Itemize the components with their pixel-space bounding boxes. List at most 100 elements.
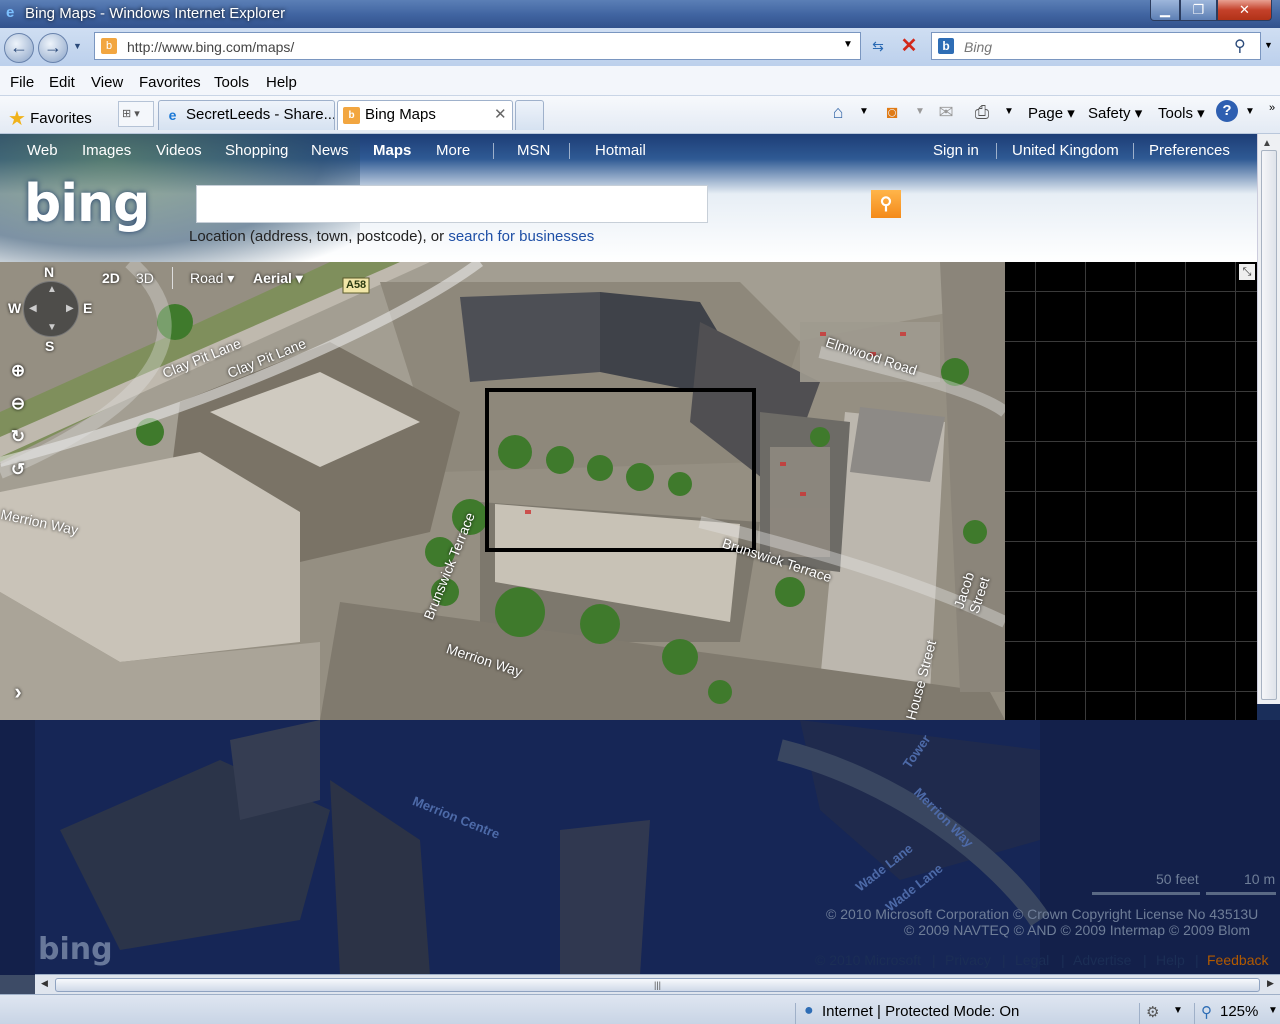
tab-command-row: ★ Favorites ⊞ ▾ e SecretLeeds - Share...… bbox=[0, 96, 1280, 134]
mode-2d-button[interactable]: 2D bbox=[102, 270, 120, 286]
quick-tabs-button[interactable]: ⊞ ▾ bbox=[118, 101, 154, 127]
tools-menu[interactable]: Tools ▾ bbox=[1158, 104, 1205, 122]
nav-separator bbox=[1133, 143, 1134, 159]
bing-logo[interactable]: bing bbox=[24, 174, 150, 234]
favorites-button[interactable]: ★ Favorites bbox=[8, 104, 92, 130]
nav-country[interactable]: United Kingdom bbox=[1012, 142, 1119, 159]
menu-view[interactable]: View bbox=[91, 74, 123, 91]
nav-preferences[interactable]: Preferences bbox=[1149, 142, 1230, 159]
zoom-out-icon[interactable]: ⊖ bbox=[8, 394, 28, 414]
map-search-input[interactable]: ⚲ bbox=[196, 185, 901, 223]
home-dropdown-icon[interactable]: ▼ bbox=[852, 100, 876, 124]
footer-advertise-link[interactable]: Advertise bbox=[1073, 952, 1131, 968]
status-dropdown-icon[interactable]: ▼ bbox=[1173, 1005, 1183, 1016]
menu-file[interactable]: File bbox=[10, 74, 34, 91]
menu-tools[interactable]: Tools bbox=[214, 74, 249, 91]
search-box[interactable]: b Bing ⚲ bbox=[931, 32, 1261, 60]
scrollbar-thumb[interactable] bbox=[1261, 150, 1277, 700]
address-bar[interactable]: b http://www.bing.com/maps/ ▼ bbox=[94, 32, 861, 60]
stop-icon[interactable]: ✕ bbox=[895, 32, 923, 60]
chevron-more-icon[interactable]: » bbox=[1260, 96, 1280, 120]
search-businesses-link[interactable]: search for businesses bbox=[448, 228, 594, 245]
scroll-left-icon[interactable]: ◀ bbox=[41, 978, 48, 989]
compass-east-label: E bbox=[83, 300, 93, 316]
road-view-dropdown[interactable]: Road ▾ bbox=[190, 270, 234, 287]
refresh-icon[interactable]: ⇆ bbox=[864, 32, 892, 60]
feeds-dropdown-icon[interactable]: ▼ bbox=[908, 100, 932, 124]
tab-secretleeds[interactable]: e SecretLeeds - Share... bbox=[158, 100, 335, 130]
footer-help-link[interactable]: Help bbox=[1156, 952, 1185, 968]
status-separator bbox=[1194, 1003, 1195, 1024]
bing-favicon-icon: b bbox=[343, 107, 360, 124]
collapse-corner-icon[interactable]: ⤡ bbox=[1239, 264, 1255, 280]
home-icon[interactable]: ⌂ bbox=[826, 100, 850, 124]
address-dropdown-icon[interactable]: ▼ bbox=[843, 39, 853, 50]
minimize-button[interactable]: ▁ bbox=[1150, 0, 1180, 21]
rotate-counterclockwise-icon[interactable]: ↺ bbox=[8, 460, 28, 480]
horizontal-scrollbar[interactable]: ◀ ||| ▶ bbox=[35, 974, 1280, 994]
bing-header: Web Images Videos Shopping News Maps Mor… bbox=[0, 134, 1257, 262]
help-dropdown-icon[interactable]: ▼ bbox=[1238, 100, 1262, 124]
nav-msn[interactable]: MSN bbox=[517, 142, 550, 159]
zoom-in-icon[interactable]: ⊕ bbox=[8, 361, 28, 381]
history-dropdown-icon[interactable]: ▼ bbox=[73, 41, 82, 51]
address-url[interactable]: http://www.bing.com/maps/ bbox=[127, 39, 294, 55]
safety-menu[interactable]: Safety ▾ bbox=[1088, 104, 1142, 122]
close-tab-icon[interactable]: ✕ bbox=[494, 101, 507, 129]
zoom-dropdown-icon[interactable]: ▼ bbox=[1268, 1005, 1278, 1016]
page-vertical-scrollbar[interactable]: ▲ bbox=[1257, 134, 1280, 704]
nav-images[interactable]: Images bbox=[82, 142, 131, 159]
mail-icon[interactable]: ✉ bbox=[934, 100, 958, 124]
scroll-up-icon[interactable]: ▲ bbox=[1262, 138, 1272, 149]
pan-up-icon[interactable]: ▲ bbox=[47, 284, 57, 295]
nav-shopping[interactable]: Shopping bbox=[225, 142, 288, 159]
zoom-level[interactable]: 125% bbox=[1220, 1003, 1258, 1020]
search-icon[interactable]: ⚲ bbox=[1234, 36, 1246, 56]
tab-bing-maps[interactable]: b Bing Maps ✕ bbox=[337, 100, 513, 130]
pan-down-icon[interactable]: ▼ bbox=[47, 322, 57, 333]
search-placeholder: Bing bbox=[964, 39, 993, 55]
status-zone[interactable]: Internet | Protected Mode: On bbox=[822, 1003, 1019, 1020]
horizontal-scrollbar-thumb[interactable]: ||| bbox=[55, 978, 1260, 992]
nav-more[interactable]: More bbox=[436, 142, 470, 159]
expand-panel-icon[interactable]: › bbox=[8, 681, 28, 703]
scroll-right-icon[interactable]: ▶ bbox=[1267, 978, 1274, 989]
map-view[interactable]: A58 Clay Pit Lane Clay Pit Lane Elmwood … bbox=[0, 262, 1005, 720]
help-icon[interactable]: ? bbox=[1216, 100, 1238, 122]
close-button[interactable]: ✕ bbox=[1217, 0, 1272, 21]
tab-label: Bing Maps bbox=[365, 106, 436, 123]
pan-left-icon[interactable]: ◀ bbox=[29, 303, 37, 314]
print-dropdown-icon[interactable]: ▼ bbox=[997, 100, 1021, 124]
nav-hotmail[interactable]: Hotmail bbox=[595, 142, 646, 159]
nav-news[interactable]: News bbox=[311, 142, 349, 159]
nav-web[interactable]: Web bbox=[27, 142, 58, 159]
forward-button[interactable]: → bbox=[38, 33, 68, 63]
print-icon[interactable]: ⎙ bbox=[970, 100, 994, 124]
feeds-icon[interactable]: ◙ bbox=[880, 100, 904, 124]
map-search-button[interactable]: ⚲ bbox=[871, 190, 901, 218]
aerial-view-dropdown[interactable]: Aerial ▾ bbox=[253, 270, 303, 287]
compass-control[interactable]: ▲ ◀ ▶ ▼ bbox=[23, 281, 79, 337]
protected-mode-icon[interactable]: ⚙ bbox=[1146, 1003, 1159, 1021]
nav-sign-in[interactable]: Sign in bbox=[933, 142, 979, 159]
zoom-icon[interactable]: ⚲ bbox=[1201, 1003, 1212, 1021]
rotate-clockwise-icon[interactable]: ↻ bbox=[8, 427, 28, 447]
maximize-button[interactable]: ❐ bbox=[1180, 0, 1217, 21]
search-hint: Location (address, town, postcode), or s… bbox=[189, 228, 594, 245]
search-icon: ⚲ bbox=[879, 194, 893, 213]
pan-right-icon[interactable]: ▶ bbox=[66, 303, 74, 314]
menu-edit[interactable]: Edit bbox=[49, 74, 75, 91]
menu-help[interactable]: Help bbox=[266, 74, 297, 91]
nav-maps[interactable]: Maps bbox=[373, 142, 411, 159]
new-tab-button[interactable] bbox=[515, 100, 544, 130]
title-bar: e Bing Maps - Windows Internet Explorer … bbox=[0, 0, 1280, 28]
mode-3d-button[interactable]: 3D bbox=[136, 270, 154, 286]
menu-favorites[interactable]: Favorites bbox=[139, 74, 201, 91]
page-menu[interactable]: Page ▾ bbox=[1028, 104, 1075, 122]
footer-feedback-link[interactable]: Feedback bbox=[1207, 952, 1268, 968]
back-button[interactable]: ← bbox=[4, 33, 34, 63]
nav-videos[interactable]: Videos bbox=[156, 142, 202, 159]
search-options-dropdown-icon[interactable]: ▼ bbox=[1264, 40, 1273, 50]
footer-privacy-link[interactable]: Privacy bbox=[945, 952, 991, 968]
footer-legal-link[interactable]: Legal bbox=[1015, 952, 1049, 968]
